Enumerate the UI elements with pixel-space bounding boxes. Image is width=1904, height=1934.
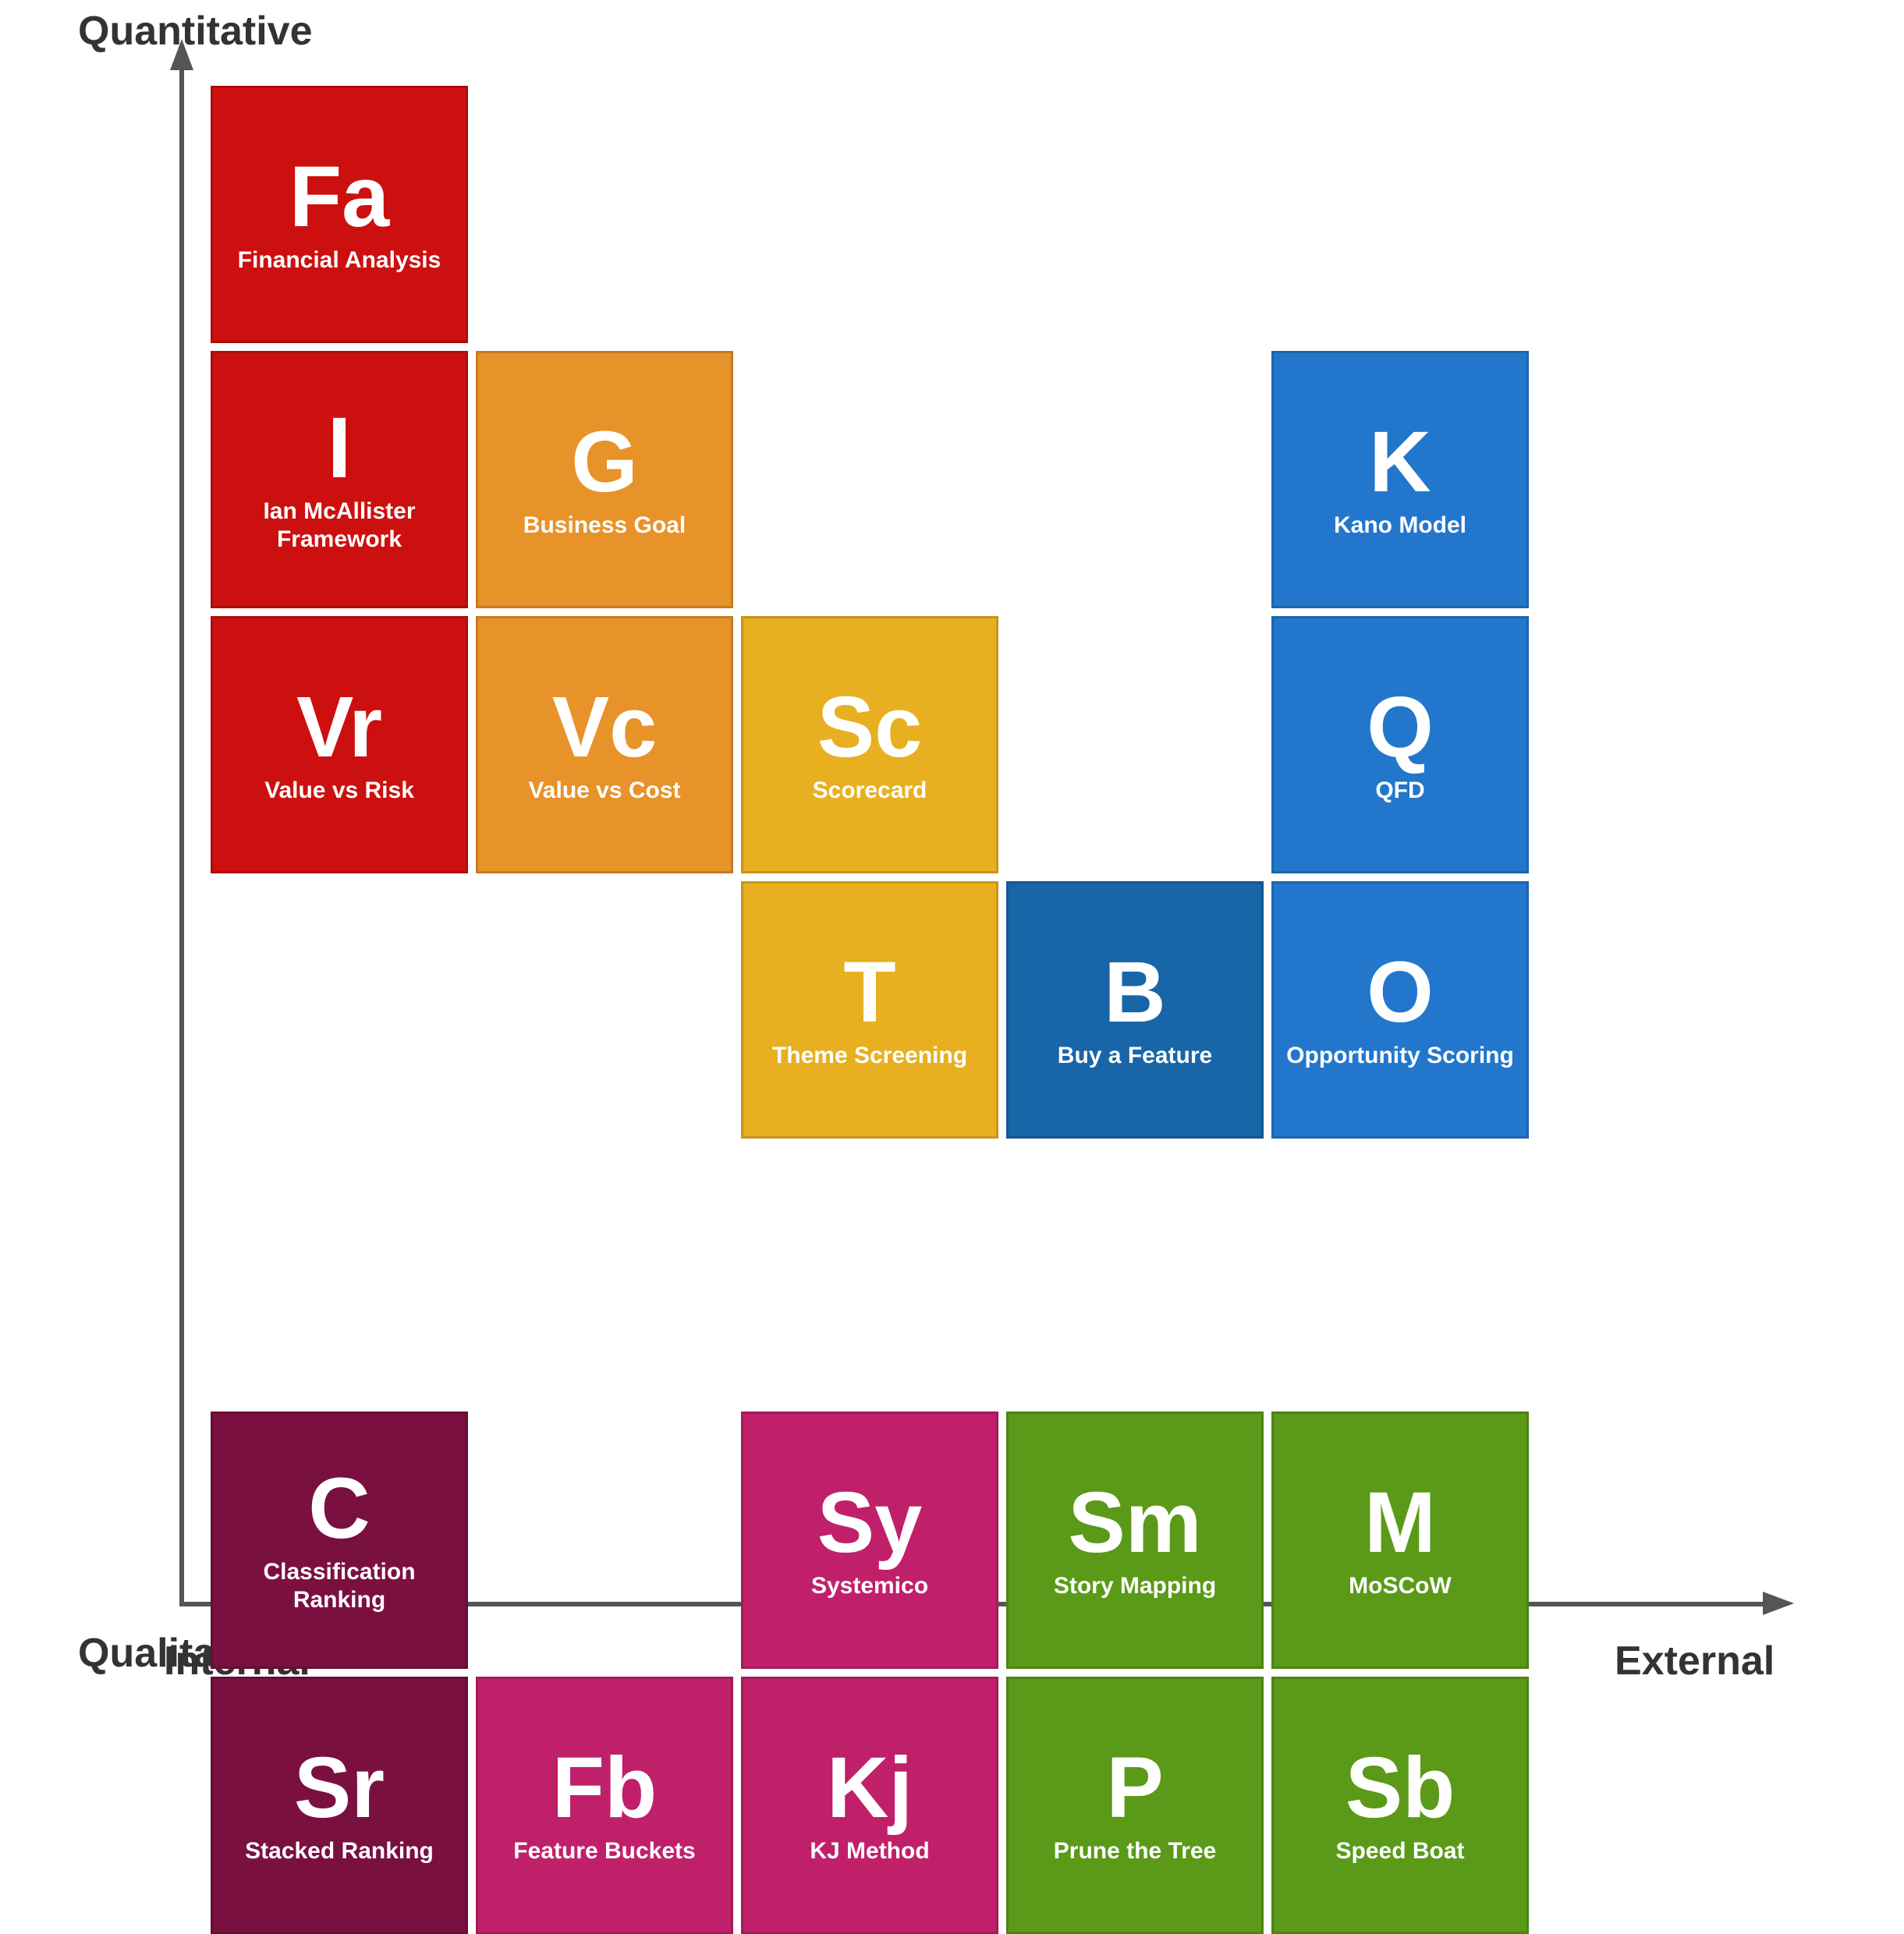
card-sr[interactable]: Sr Stacked Ranking	[211, 1677, 468, 1934]
card-abbr-sb: Sb	[1346, 1745, 1455, 1831]
card-abbr-sm: Sm	[1068, 1480, 1201, 1566]
card-kj[interactable]: Kj KJ Method	[741, 1677, 998, 1934]
card-abbr-vr: Vr	[296, 685, 382, 770]
card-i[interactable]: I Ian McAllister Framework	[211, 351, 468, 608]
card-c[interactable]: C Classification Ranking	[211, 1412, 468, 1669]
card-name-t: Theme Screening	[764, 1042, 975, 1070]
card-abbr-i: I	[328, 406, 352, 491]
card-m[interactable]: M MoSCoW	[1271, 1412, 1529, 1669]
card-fb[interactable]: Fb Feature Buckets	[476, 1677, 733, 1934]
card-abbr-sy: Sy	[817, 1480, 923, 1566]
card-abbr-b: B	[1104, 950, 1165, 1036]
x-axis-arrow	[1763, 1592, 1794, 1615]
card-name-sm: Story Mapping	[1046, 1572, 1224, 1600]
card-abbr-g: G	[571, 420, 638, 505]
card-name-g: Business Goal	[516, 512, 693, 540]
card-name-m: MoSCoW	[1341, 1572, 1459, 1600]
card-vr[interactable]: Vr Value vs Risk	[211, 616, 468, 873]
label-quantitative: Quantitative	[78, 8, 313, 55]
card-abbr-q: Q	[1367, 685, 1434, 770]
card-name-p: Prune the Tree	[1046, 1837, 1224, 1865]
card-abbr-t: T	[843, 950, 895, 1036]
card-name-vr: Value vs Risk	[257, 777, 422, 805]
card-abbr-sc: Sc	[817, 685, 923, 770]
card-name-b: Buy a Feature	[1050, 1042, 1220, 1070]
card-abbr-m: M	[1364, 1480, 1436, 1566]
card-name-kj: KJ Method	[802, 1837, 937, 1865]
card-abbr-k: K	[1369, 420, 1431, 505]
card-sm[interactable]: Sm Story Mapping	[1006, 1412, 1264, 1669]
card-b[interactable]: B Buy a Feature	[1006, 881, 1264, 1139]
card-name-sr: Stacked Ranking	[237, 1837, 441, 1865]
card-q[interactable]: Q QFD	[1271, 616, 1529, 873]
y-axis	[179, 62, 184, 1606]
card-sc[interactable]: Sc Scorecard	[741, 616, 998, 873]
card-sy[interactable]: Sy Systemico	[741, 1412, 998, 1669]
card-k[interactable]: K Kano Model	[1271, 351, 1529, 608]
card-abbr-p: P	[1106, 1745, 1163, 1831]
card-abbr-fa: Fa	[289, 154, 389, 240]
card-o[interactable]: O Opportunity Scoring	[1271, 881, 1529, 1139]
card-name-fb: Feature Buckets	[505, 1837, 703, 1865]
card-abbr-c: C	[308, 1466, 370, 1552]
card-fa[interactable]: Fa Financial Analysis	[211, 86, 468, 343]
card-name-i: Ian McAllister Framework	[213, 498, 466, 554]
card-t[interactable]: T Theme Screening	[741, 881, 998, 1139]
label-external: External	[1615, 1638, 1775, 1684]
card-name-fa: Financial Analysis	[230, 246, 449, 275]
card-sb[interactable]: Sb Speed Boat	[1271, 1677, 1529, 1934]
card-name-sy: Systemico	[803, 1572, 936, 1600]
card-name-k: Kano Model	[1326, 512, 1474, 540]
card-name-sb: Speed Boat	[1328, 1837, 1472, 1865]
card-abbr-sr: Sr	[294, 1745, 385, 1831]
card-name-c: Classification Ranking	[213, 1558, 466, 1614]
card-p[interactable]: P Prune the Tree	[1006, 1677, 1264, 1934]
card-abbr-o: O	[1367, 950, 1434, 1036]
chart-area: Quantitative Qualitative Internal Extern…	[94, 62, 1810, 1778]
card-abbr-vc: Vc	[552, 685, 658, 770]
card-g[interactable]: G Business Goal	[476, 351, 733, 608]
card-name-q: QFD	[1367, 777, 1432, 805]
card-abbr-fb: Fb	[552, 1745, 657, 1831]
card-name-sc: Scorecard	[805, 777, 935, 805]
card-vc[interactable]: Vc Value vs Cost	[476, 616, 733, 873]
card-abbr-kj: Kj	[827, 1745, 913, 1831]
card-name-vc: Value vs Cost	[520, 777, 688, 805]
card-name-o: Opportunity Scoring	[1278, 1042, 1522, 1070]
